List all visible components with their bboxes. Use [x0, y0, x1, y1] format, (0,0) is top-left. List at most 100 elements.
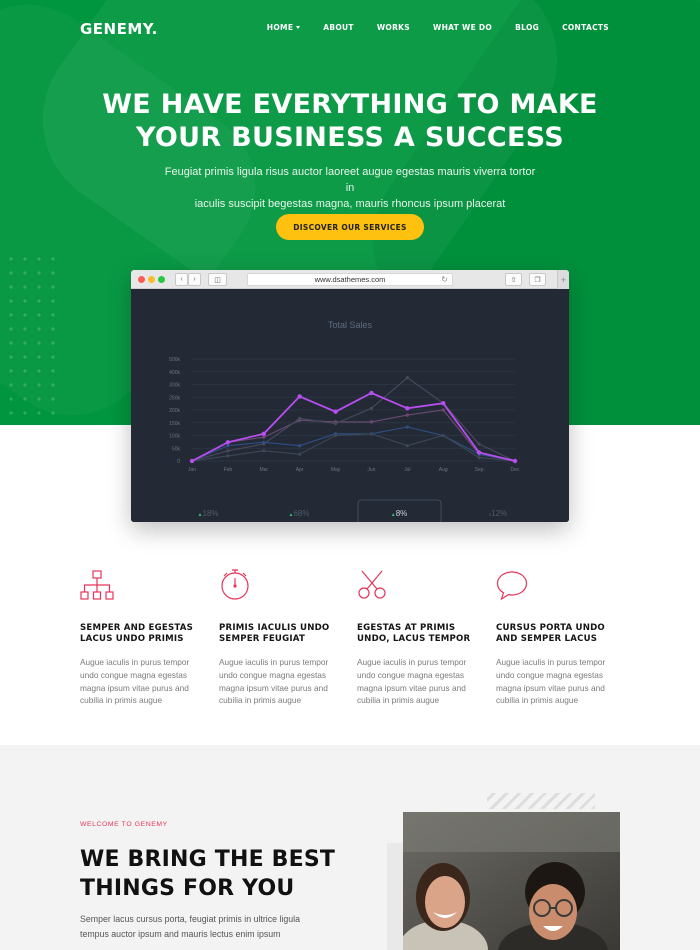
data-point: [441, 401, 446, 406]
y-tick-label: 100k: [169, 434, 180, 440]
y-tick-label: 250k: [169, 395, 180, 401]
data-point: [477, 456, 481, 460]
feature-text: Augue iaculis in purus tempor undo congue…: [219, 657, 329, 706]
section-eyebrow: WELCOME TO GENEMY: [80, 821, 168, 828]
nav-item-about[interactable]: ABOUT: [323, 23, 354, 32]
y-tick-label: 200k: [169, 408, 180, 414]
hero-subtitle: Feugiat primis ligula risus auctor laore…: [160, 164, 540, 212]
data-point: [298, 416, 302, 421]
feature-card: PRIMIS IACULIS UNDO SEMPER FEUGIAT Augue …: [219, 568, 334, 707]
main-nav: HOME ABOUT WORKS WHAT WE DO BLOG CONTACT…: [244, 23, 609, 32]
data-point: [405, 425, 409, 429]
nav-item-contacts[interactable]: CONTACTS: [562, 23, 609, 32]
browser-toolbar: ‹ › ◫ www.dsathemes.com ↻ ⇧ ❐ +: [131, 270, 569, 289]
data-point: [298, 452, 302, 456]
reload-icon[interactable]: ↻: [441, 275, 448, 284]
sitemap-icon: [80, 570, 114, 600]
forward-icon[interactable]: ›: [188, 273, 201, 286]
about-text: Semper lacus cursus porta, feugiat primi…: [80, 914, 301, 939]
data-point: [405, 413, 409, 417]
address-bar[interactable]: www.dsathemes.com ↻: [247, 273, 453, 286]
data-point: [298, 444, 302, 448]
feature-text: Augue iaculis in purus tempor undo congue…: [496, 657, 606, 706]
chart-title: Total Sales: [328, 320, 373, 330]
x-tick-label: Jul: [404, 467, 410, 473]
stat-value: ↑12%: [489, 509, 508, 518]
data-point: [262, 440, 266, 444]
feature-title: PRIMIS IACULIS UNDO SEMPER FEUGIAT: [219, 623, 330, 644]
feature-card: SEMPER AND EGESTAS LACUS UNDO PRIMIS Augu…: [80, 568, 195, 707]
x-tick-label: Jan: [188, 467, 196, 473]
team-photo: [403, 812, 620, 950]
data-point: [369, 406, 374, 410]
x-tick-label: Feb: [224, 467, 233, 473]
feature-title: EGESTAS AT PRIMIS UNDO, LACUS TEMPOR: [357, 623, 471, 644]
y-tick-label: 50k: [172, 446, 181, 452]
data-point: [405, 406, 410, 411]
data-point: [261, 431, 266, 436]
data-point: [226, 454, 230, 458]
stat-percent: 18%: [202, 509, 218, 518]
x-tick-label: Sep: [475, 467, 484, 473]
sidebar-icon[interactable]: ◫: [208, 273, 227, 286]
data-point: [262, 449, 266, 453]
feature-title: SEMPER AND EGESTAS LACUS UNDO PRIMIS: [80, 623, 193, 644]
data-point: [297, 394, 302, 399]
data-point: [369, 390, 374, 396]
back-icon[interactable]: ‹: [175, 273, 188, 286]
new-tab-icon[interactable]: +: [557, 270, 569, 289]
data-point: [225, 440, 231, 445]
stat-percent: 12%: [491, 509, 507, 518]
discover-services-button[interactable]: DISCOVER OUR SERVICES: [276, 214, 424, 240]
y-tick-label: 500k: [169, 357, 180, 363]
data-point: [333, 409, 338, 414]
dot-pattern: [4, 252, 64, 422]
url-text: www.dsathemes.com: [314, 275, 386, 284]
chevron-down-icon: [296, 26, 301, 29]
data-point: [189, 458, 195, 464]
data-point: [333, 422, 338, 426]
share-icon[interactable]: ⇧: [505, 273, 522, 286]
x-tick-label: Apr: [296, 467, 304, 473]
hero-title: WE HAVE EVERYTHING TO MAKE YOUR BUSINESS…: [0, 88, 700, 154]
close-dot-icon: [138, 276, 145, 283]
x-tick-label: Aug: [439, 467, 448, 473]
maximize-dot-icon: [158, 276, 165, 283]
stopwatch-icon: [221, 569, 249, 600]
nav-item-blog[interactable]: BLOG: [515, 23, 539, 32]
stat-percent: 8%: [396, 509, 408, 518]
nav-item-home[interactable]: HOME: [267, 23, 301, 32]
feature-text: Augue iaculis in purus tempor undo congue…: [80, 657, 190, 706]
about-title: WE BRING THE BEST THINGS FOR YOU: [80, 847, 336, 901]
feature-card: CURSUS PORTA UNDO AND SEMPER LACUS Augue …: [496, 568, 611, 707]
x-tick-label: May: [331, 467, 341, 473]
stat-percent: 68%: [293, 509, 309, 518]
feature-title: CURSUS PORTA UNDO AND SEMPER LACUS: [496, 623, 605, 644]
y-tick-label: 150k: [169, 421, 180, 427]
data-point: [369, 420, 374, 424]
y-tick-label: 400k: [169, 370, 180, 376]
feature-text: Augue iaculis in purus tempor undo congue…: [357, 657, 467, 706]
data-point: [369, 432, 374, 436]
minimize-dot-icon: [148, 276, 155, 283]
data-point: [477, 442, 481, 446]
scissors-icon: [358, 570, 386, 599]
data-point: [405, 444, 409, 448]
tabs-icon[interactable]: ❐: [529, 273, 546, 286]
feature-card: EGESTAS AT PRIMIS UNDO, LACUS TEMPOR Augu…: [357, 568, 472, 707]
x-tick-label: Jun: [367, 467, 375, 473]
hero-title-line: YOUR BUSINESS A SUCCESS: [135, 122, 565, 153]
speech-bubble-icon: [496, 571, 528, 601]
y-tick-label: 0: [177, 459, 180, 465]
nav-item-what-we-do[interactable]: WHAT WE DO: [433, 23, 492, 32]
data-point: [333, 433, 338, 438]
nav-item-works[interactable]: WORKS: [377, 23, 410, 32]
data-point: [512, 458, 518, 464]
hero-subtitle-line: iaculis suscipit begestas magna, mauris …: [194, 198, 506, 210]
data-point: [262, 435, 266, 439]
photo-illustration: [403, 812, 620, 950]
y-tick-label: 300k: [169, 383, 180, 389]
x-tick-label: Mar: [259, 467, 268, 473]
hero-title-line: WE HAVE EVERYTHING TO MAKE: [102, 89, 598, 120]
site-logo[interactable]: GENEMY.: [80, 20, 158, 38]
